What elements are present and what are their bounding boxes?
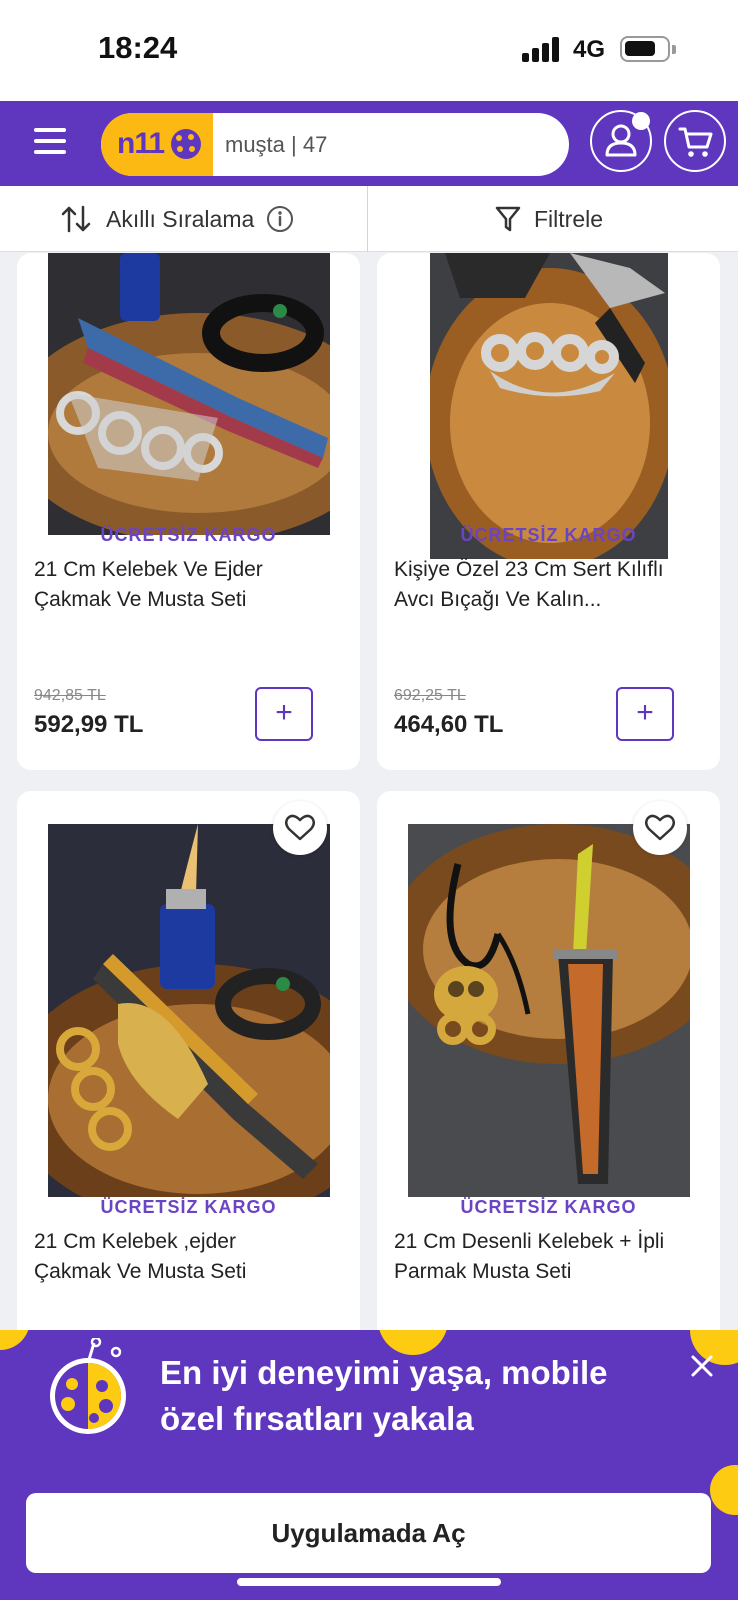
product-image[interactable] (48, 253, 330, 535)
free-shipping-badge: ÜCRETSİZ KARGO (460, 1197, 637, 1217)
sort-icon (61, 205, 91, 233)
filter-button[interactable]: Filtrele (494, 186, 603, 252)
free-shipping-badge: ÜCRETSİZ KARGO (100, 525, 277, 545)
add-to-cart-button[interactable]: + (255, 687, 313, 741)
product-title-line: Parmak Musta Seti (394, 1260, 572, 1283)
product-image[interactable] (408, 824, 690, 1197)
product-title-line: Avcı Bıçağı Ve Kalın... (394, 588, 602, 611)
price: 592,99 TL (34, 711, 144, 738)
product-title-line: 21 Cm Desenli Kelebek + İpli (394, 1230, 665, 1253)
cart-icon (678, 127, 713, 157)
free-shipping-badge: ÜCRETSİZ KARGO (460, 525, 637, 545)
product-card[interactable]: ÜCRETSİZ KARGO 21 Cm Kelebek ,ejder Çakm… (17, 791, 360, 1351)
heart-icon (645, 814, 675, 841)
product-title-line: 21 Cm Kelebek ,ejder (34, 1230, 236, 1253)
close-icon[interactable] (687, 1351, 717, 1381)
sort-filter-bar: Akıllı Sıralama Filtrele (0, 186, 738, 252)
banner-line: En iyi deneyimi yaşa, mobile (160, 1354, 608, 1391)
decorative-blob (710, 1465, 738, 1515)
search-input[interactable] (225, 113, 555, 176)
product-card[interactable]: ÜCRETSİZ KARGO Kişiye Özel 23 Cm Sert Kı… (377, 253, 720, 770)
signal-icon (522, 36, 562, 62)
product-title[interactable]: 21 Cm Desenli Kelebek + İpli Parmak Must… (394, 1227, 704, 1287)
home-indicator (237, 1578, 501, 1586)
old-price: 692,25 TL (394, 687, 466, 704)
product-title-line: Çakmak Ve Musta Seti (34, 1260, 247, 1283)
filter-label: Filtrele (534, 205, 604, 232)
product-title-line: Çakmak Ve Musta Seti (34, 588, 247, 611)
product-card[interactable]: ÜCRETSİZ KARGO 21 Cm Desenli Kelebek + İ… (377, 791, 720, 1351)
divider (367, 186, 368, 252)
sort-button[interactable]: Akıllı Sıralama (60, 186, 294, 252)
ladybug-icon (50, 1338, 126, 1434)
banner-line: özel fırsatları yakala (160, 1400, 474, 1437)
app-download-banner: En iyi deneyimi yaşa, mobile özel fırsat… (0, 1330, 738, 1600)
product-title[interactable]: Kişiye Özel 23 Cm Sert Kılıflı Avcı Bıça… (394, 555, 704, 615)
info-icon[interactable] (266, 205, 294, 233)
status-time: 18:24 (98, 30, 178, 65)
banner-message: En iyi deneyimi yaşa, mobile özel fırsat… (160, 1350, 680, 1442)
product-image[interactable] (430, 253, 668, 559)
menu-icon[interactable] (34, 127, 68, 157)
favorite-button[interactable] (273, 801, 327, 855)
battery-icon (620, 36, 676, 62)
heart-icon (285, 814, 315, 841)
old-price: 942,85 TL (34, 687, 106, 704)
product-image[interactable] (48, 824, 330, 1197)
product-title[interactable]: 21 Cm Kelebek Ve Ejder Çakmak Ve Musta S… (34, 555, 344, 615)
product-title-line: 21 Cm Kelebek Ve Ejder (34, 558, 263, 581)
add-to-cart-button[interactable]: + (616, 687, 674, 741)
search-box[interactable]: n11 (101, 113, 569, 176)
status-bar: 18:24 4G (0, 0, 738, 101)
header: n11 (0, 101, 738, 186)
sort-label: Akıllı Sıralama (106, 205, 255, 232)
decorative-blob (0, 1330, 30, 1350)
filter-icon (495, 206, 521, 232)
cart-button[interactable] (664, 110, 726, 172)
product-title-line: Kişiye Özel 23 Cm Sert Kılıflı (394, 558, 664, 581)
free-shipping-badge: ÜCRETSİZ KARGO (100, 1197, 277, 1217)
plus-icon: + (636, 696, 654, 729)
product-title[interactable]: 21 Cm Kelebek ,ejder Çakmak Ve Musta Set… (34, 1227, 344, 1287)
logo[interactable]: n11 (101, 113, 213, 176)
plus-icon: + (275, 696, 293, 729)
ladybug-icon (171, 129, 201, 159)
product-card[interactable]: ÜCRETSİZ KARGO 21 Cm Kelebek Ve Ejder Ça… (17, 253, 360, 770)
notification-dot (632, 112, 650, 130)
network-label: 4G (573, 36, 606, 63)
favorite-button[interactable] (633, 801, 687, 855)
logo-text: n11 (117, 127, 165, 160)
price: 464,60 TL (394, 711, 504, 738)
open-app-button[interactable]: Uygulamada Aç (26, 1493, 711, 1573)
